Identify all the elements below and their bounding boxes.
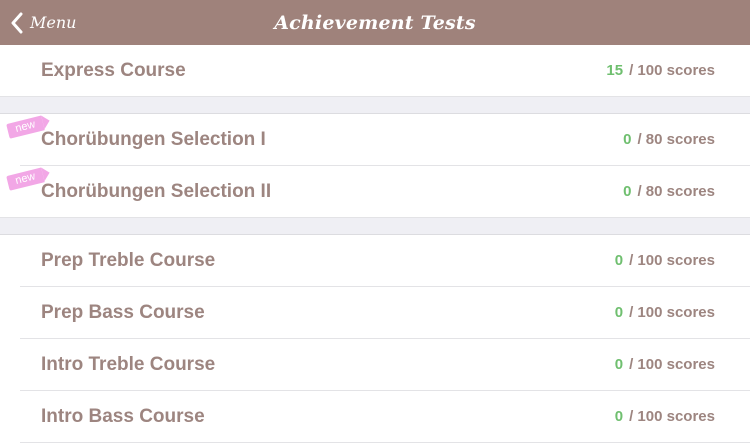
row-label: Intro Treble Course <box>41 354 216 375</box>
row-score: 0 / 100 scores <box>615 235 715 287</box>
row-label: Express Course <box>41 60 186 81</box>
row-label: Prep Treble Course <box>41 250 216 271</box>
row-divider <box>0 96 750 97</box>
list-item-prep-treble-course[interactable]: Prep Treble Course 0 / 100 scores <box>0 235 750 287</box>
row-label: Chorübungen Selection I <box>41 129 266 150</box>
row-score: 0 / 100 scores <box>615 287 715 339</box>
score-max: / 80 scores <box>637 131 715 148</box>
list-item-express-course[interactable]: Express Course 15 / 100 scores <box>0 45 750 97</box>
score-value: 0 <box>614 252 624 269</box>
page-title: Achievement Tests <box>274 11 476 34</box>
section-chorubungen: new Chorübungen Selection I 0 / 80 scores… <box>0 113 750 218</box>
row-label: Prep Bass Course <box>41 302 205 323</box>
list-item-intro-bass-course[interactable]: Intro Bass Course 0 / 100 scores <box>0 391 750 443</box>
score-value: 0 <box>623 183 632 200</box>
row-label: Intro Bass Course <box>41 406 205 427</box>
list-item-chorubungen-selection-1[interactable]: new Chorübungen Selection I 0 / 80 scores <box>0 114 750 166</box>
score-value: 0 <box>614 408 624 425</box>
row-score: 15 / 100 scores <box>606 45 715 97</box>
navigation-bar: Menu Achievement Tests <box>0 0 750 45</box>
score-max: / 100 scores <box>629 408 715 425</box>
row-score: 0 / 100 scores <box>615 391 715 443</box>
list-item-intro-treble-course[interactable]: Intro Treble Course 0 / 100 scores <box>0 339 750 391</box>
section-courses: Prep Treble Course 0 / 100 scores Prep Ba… <box>0 234 750 443</box>
new-badge: new <box>6 167 45 191</box>
score-max: / 80 scores <box>637 183 715 200</box>
list-item-chorubungen-selection-2[interactable]: new Chorübungen Selection II 0 / 80 score… <box>0 166 750 218</box>
row-divider <box>0 217 750 218</box>
score-max: / 100 scores <box>629 304 715 321</box>
score-value: 0 <box>623 131 632 148</box>
row-score: 0 / 100 scores <box>615 339 715 391</box>
score-max: / 100 scores <box>629 252 715 269</box>
list-item-prep-bass-course[interactable]: Prep Bass Course 0 / 100 scores <box>0 287 750 339</box>
score-value: 0 <box>614 304 624 321</box>
section-express: Express Course 15 / 100 scores <box>0 45 750 97</box>
row-score: 0 / 80 scores <box>623 166 715 218</box>
score-value: 15 <box>606 62 624 79</box>
score-max: / 100 scores <box>629 62 715 79</box>
row-label: Chorübungen Selection II <box>41 181 272 202</box>
new-badge: new <box>6 115 45 139</box>
score-value: 0 <box>614 356 624 373</box>
score-max: / 100 scores <box>629 356 715 373</box>
row-score: 0 / 80 scores <box>623 114 715 166</box>
